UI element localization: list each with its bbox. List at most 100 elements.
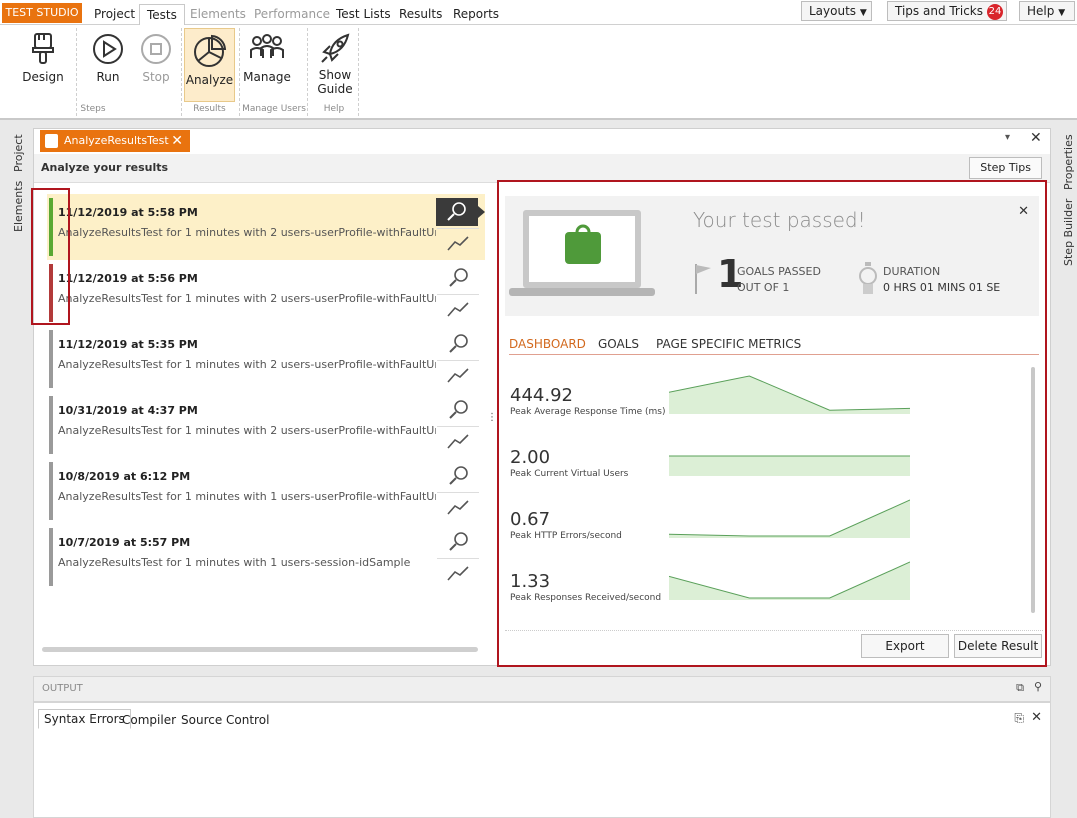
metric-item: 1.33 Peak Responses Received/second [510,571,670,604]
tab-syntax-errors[interactable]: Syntax Errors [38,709,131,729]
close-icon[interactable]: ✕ [1018,204,1029,219]
trend-icon[interactable] [445,298,473,320]
app-brand[interactable]: TEST STUDIO [2,3,82,23]
splitter-handle-icon[interactable]: ⋮ [487,413,497,423]
duration-label: DURATION [883,265,941,278]
show-guide-button[interactable]: Show Guide [312,28,358,100]
magnifier-icon[interactable] [445,464,473,488]
doc-tab-analyze-results-test[interactable]: AnalyzeResultsTest ✕ [40,130,190,152]
result-row[interactable]: 11/12/2019 at 5:35 PM AnalyzeResultsTest … [47,326,485,390]
vertical-scrollbar[interactable] [1031,367,1035,613]
result-row[interactable]: 10/7/2019 at 5:57 PM AnalyzeResultsTest f… [47,524,485,588]
magnifier-icon[interactable] [436,198,478,226]
result-row[interactable]: 11/12/2019 at 5:58 PM AnalyzeResultsTest … [47,194,485,258]
tab-dashboard[interactable]: DASHBOARD [509,337,586,351]
close-icon[interactable]: ✕ [171,130,183,152]
row-divider [437,294,479,295]
ribbon-group-manage-users: Manage Users [242,104,306,114]
result-row[interactable]: 10/8/2019 at 6:12 PM AnalyzeResultsTest f… [47,458,485,522]
flag-icon [695,264,711,294]
ribbon-group-help: Help [323,104,345,114]
manage-button[interactable]: Manage [242,28,292,100]
trend-icon[interactable] [445,496,473,518]
tab-source-control[interactable]: Source Control [181,713,269,727]
row-divider [437,558,479,559]
metric-label: Peak HTTP Errors/second [510,531,622,541]
stop-label: Stop [142,70,170,84]
export-button[interactable]: Export [861,634,949,658]
tab-goals[interactable]: GOALS [598,337,639,351]
layouts-dropdown[interactable]: Layouts ▼ [801,1,872,21]
menu-tab-results[interactable]: Results [399,4,442,25]
ribbon-divider [307,28,308,116]
dropdown-icon[interactable]: ▾ [1005,132,1010,143]
magnifier-icon[interactable] [445,332,473,356]
copy-icon[interactable]: ⎘ [1014,711,1024,726]
row-divider [437,426,479,427]
laptop-icon [509,210,655,296]
pie-chart-icon [193,34,226,67]
menu-tab-elements[interactable]: Elements [190,4,246,25]
close-icon[interactable]: ✕ [1030,130,1042,146]
trend-icon[interactable] [445,430,473,452]
result-date: 10/8/2019 at 6:12 PM [58,470,191,483]
footer-divider [505,630,1043,631]
horizontal-scrollbar[interactable] [42,647,478,652]
close-icon[interactable]: ✕ [1031,710,1042,725]
help-dropdown[interactable]: Help ▼ [1019,1,1075,21]
ribbon-divider [76,28,77,116]
run-button[interactable]: Run [88,28,128,100]
step-tips-button[interactable]: Step Tips [969,157,1042,179]
menu-tab-project[interactable]: Project [94,4,135,25]
menu-tab-reports[interactable]: Reports [453,4,499,25]
tab-page-specific-metrics[interactable]: PAGE SPECIFIC METRICS [656,337,801,351]
result-date: 11/12/2019 at 5:58 PM [58,206,198,219]
delete-result-button[interactable]: Delete Result [954,634,1042,658]
side-tab-properties[interactable]: Properties [1062,134,1075,190]
window-restore-icon[interactable]: ⧉ [1016,681,1024,695]
ribbon: Design Run Stop Analyze Manage Show Guid… [0,25,1077,120]
help-label: Help [1027,4,1055,18]
tips-button[interactable]: Tips and Tricks 24 [887,1,1007,21]
menu-tab-tests[interactable]: Tests [139,4,185,26]
result-description: AnalyzeResultsTest for 1 minutes with 2 … [58,226,436,239]
design-button[interactable]: Design [20,28,66,100]
stop-button[interactable]: Stop [136,28,176,100]
duration-value: 0 HRS 01 MINS 01 SE [883,281,1001,294]
ribbon-divider [239,28,240,116]
run-label: Run [96,70,120,84]
magnifier-icon[interactable] [445,398,473,422]
selected-arrow-icon [478,206,485,218]
result-row[interactable]: 11/12/2019 at 5:56 PM AnalyzeResultsTest … [47,260,485,324]
result-date: 10/7/2019 at 5:57 PM [58,536,191,549]
result-description: AnalyzeResultsTest for 1 minutes with 2 … [58,424,436,437]
analyze-header: Analyze your results Step Tips [34,154,1050,183]
result-detail-panel: Your test passed! ✕ 1 GOALS PASSED OUT OF… [497,180,1047,667]
side-tab-elements[interactable]: Elements [12,181,25,232]
doc-tab-label: AnalyzeResultsTest [64,134,169,147]
menu-bar: TEST STUDIO Project Tests Elements Perfo… [0,0,1077,26]
side-tab-project[interactable]: Project [12,134,25,172]
sparkline-area [669,376,910,414]
metric-label: Peak Average Response Time (ms) [510,407,666,417]
magnifier-icon[interactable] [445,530,473,554]
ribbon-group-steps: Steps [80,104,106,114]
menu-tab-test-lists[interactable]: Test Lists [336,4,391,25]
trend-icon[interactable] [445,562,473,584]
analyze-button[interactable]: Analyze [184,28,235,102]
tab-compiler[interactable]: Compiler [122,713,176,727]
trend-icon[interactable] [445,364,473,386]
result-description: AnalyzeResultsTest for 1 minutes with 1 … [58,556,411,569]
pin-icon[interactable]: ⚲ [1034,680,1042,693]
row-divider [437,492,479,493]
goals-label: GOALS PASSED [737,265,821,278]
trend-icon[interactable] [445,232,473,254]
menu-tab-performance[interactable]: Performance [254,4,330,25]
duration-block: DURATION 0 HRS 01 MINS 01 SE [883,264,1001,296]
result-row[interactable]: 10/31/2019 at 4:37 PM AnalyzeResultsTest … [47,392,485,456]
stopwatch-icon [859,262,877,294]
side-tab-step-builder[interactable]: Step Builder [1062,199,1075,266]
metric-item: 2.00 Peak Current Virtual Users [510,447,670,480]
magnifier-icon[interactable] [445,266,473,290]
row-divider [437,228,479,229]
